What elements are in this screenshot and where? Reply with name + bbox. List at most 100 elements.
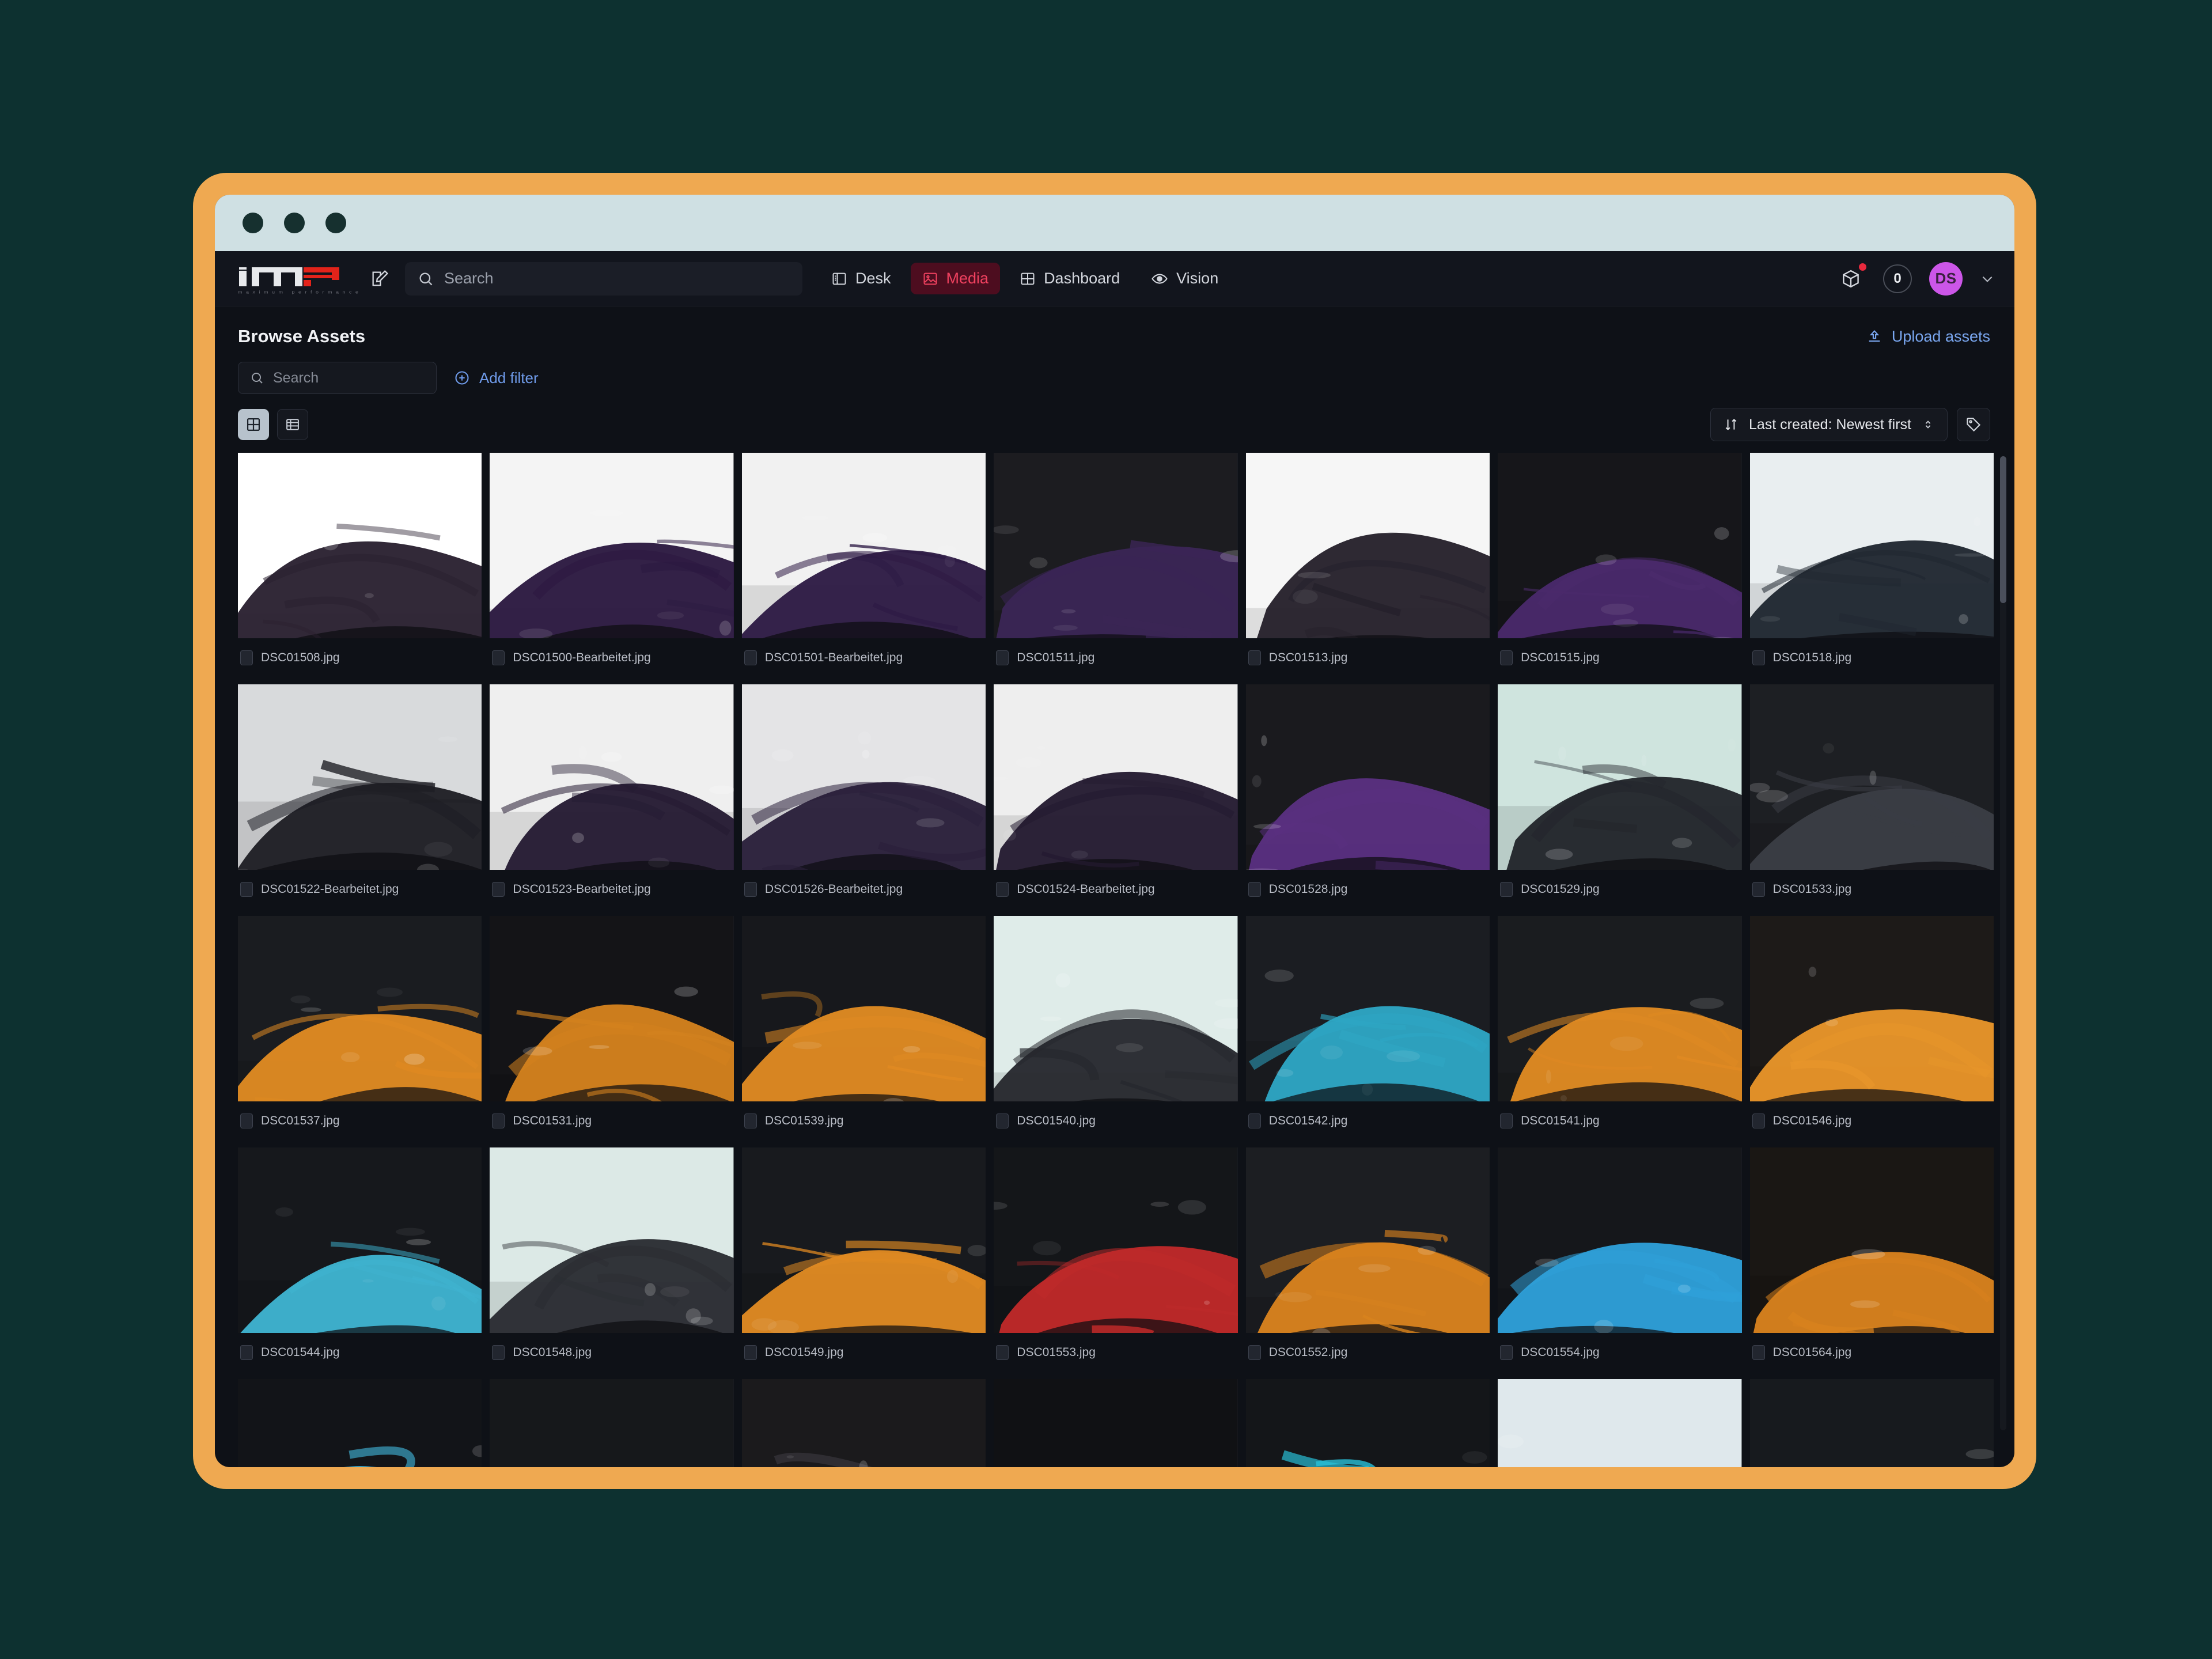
asset-checkbox[interactable] bbox=[1752, 650, 1765, 665]
add-filter-button[interactable]: Add filter bbox=[454, 369, 539, 387]
nav-item-vision[interactable]: Vision bbox=[1139, 263, 1230, 294]
app-logo[interactable]: maximum performance bbox=[238, 263, 365, 295]
sort-dropdown[interactable]: Last created: Newest first bbox=[1710, 408, 1948, 441]
vertical-scrollbar[interactable] bbox=[2000, 456, 2006, 1430]
asset-checkbox[interactable] bbox=[1248, 1345, 1261, 1360]
asset-thumbnail[interactable] bbox=[1246, 453, 1490, 638]
chevron-down-icon[interactable] bbox=[1980, 271, 1995, 286]
asset-card[interactable]: DSC01540.jpg bbox=[994, 916, 1237, 1141]
asset-thumbnail[interactable] bbox=[742, 684, 986, 870]
asset-checkbox[interactable] bbox=[1248, 882, 1261, 897]
asset-thumbnail[interactable] bbox=[238, 684, 482, 870]
asset-thumbnail[interactable] bbox=[1246, 1147, 1490, 1333]
asset-card[interactable]: DSC01544.jpg bbox=[238, 1147, 482, 1372]
window-maximize-button[interactable] bbox=[325, 213, 346, 233]
asset-thumbnail[interactable] bbox=[742, 1379, 986, 1467]
asset-checkbox[interactable] bbox=[744, 650, 757, 665]
asset-thumbnail[interactable] bbox=[994, 1379, 1237, 1467]
asset-card[interactable]: DSC01515.jpg bbox=[1498, 453, 1741, 677]
window-close-button[interactable] bbox=[243, 213, 263, 233]
asset-thumbnail[interactable] bbox=[238, 916, 482, 1101]
asset-checkbox[interactable] bbox=[492, 1345, 505, 1360]
asset-card[interactable]: DSC01549.jpg bbox=[742, 1147, 986, 1372]
nav-item-dashboard[interactable]: Dashboard bbox=[1008, 263, 1131, 294]
asset-thumbnail[interactable] bbox=[742, 916, 986, 1101]
asset-card[interactable]: DSC01541.jpg bbox=[1498, 916, 1741, 1141]
asset-checkbox[interactable] bbox=[240, 1113, 253, 1128]
asset-thumbnail[interactable] bbox=[1246, 684, 1490, 870]
asset-checkbox[interactable] bbox=[1500, 1345, 1513, 1360]
scrollbar-thumb[interactable] bbox=[2000, 456, 2006, 603]
asset-thumbnail[interactable] bbox=[994, 916, 1237, 1101]
asset-checkbox[interactable] bbox=[1752, 1113, 1765, 1128]
package-box-icon[interactable] bbox=[1836, 264, 1866, 294]
asset-card[interactable]: DSC01522-Bearbeitet.jpg bbox=[238, 684, 482, 909]
asset-checkbox[interactable] bbox=[492, 1113, 505, 1128]
asset-card[interactable] bbox=[1498, 1379, 1741, 1467]
asset-card[interactable] bbox=[490, 1379, 733, 1467]
count-badge[interactable]: 0 bbox=[1883, 264, 1912, 293]
asset-card[interactable] bbox=[742, 1379, 986, 1467]
asset-checkbox[interactable] bbox=[1500, 1113, 1513, 1128]
asset-card[interactable] bbox=[1246, 1379, 1490, 1467]
asset-thumbnail[interactable] bbox=[1498, 453, 1741, 638]
asset-thumbnail[interactable] bbox=[490, 1147, 733, 1333]
asset-card[interactable]: DSC01531.jpg bbox=[490, 916, 733, 1141]
asset-thumbnail[interactable] bbox=[490, 916, 733, 1101]
asset-thumbnail[interactable] bbox=[994, 1147, 1237, 1333]
asset-checkbox[interactable] bbox=[240, 1345, 253, 1360]
asset-checkbox[interactable] bbox=[744, 1345, 757, 1360]
asset-card[interactable] bbox=[994, 1379, 1237, 1467]
tag-button[interactable] bbox=[1957, 408, 1990, 441]
nav-item-desk[interactable]: Desk bbox=[820, 263, 903, 294]
asset-card[interactable] bbox=[238, 1379, 482, 1467]
asset-checkbox[interactable] bbox=[1500, 882, 1513, 897]
upload-assets-button[interactable]: Upload assets bbox=[1866, 328, 1990, 346]
asset-checkbox[interactable] bbox=[1752, 882, 1765, 897]
grid-view-button[interactable] bbox=[238, 409, 269, 440]
asset-card[interactable]: DSC01524-Bearbeitet.jpg bbox=[994, 684, 1237, 909]
asset-card[interactable]: DSC01511.jpg bbox=[994, 453, 1237, 677]
asset-thumbnail[interactable] bbox=[238, 1379, 482, 1467]
asset-checkbox[interactable] bbox=[996, 650, 1009, 665]
asset-thumbnail[interactable] bbox=[490, 1379, 733, 1467]
asset-checkbox[interactable] bbox=[492, 650, 505, 665]
asset-thumbnail[interactable] bbox=[742, 453, 986, 638]
asset-card[interactable] bbox=[1750, 1379, 1994, 1467]
asset-thumbnail[interactable] bbox=[1750, 916, 1994, 1101]
asset-card[interactable]: DSC01500-Bearbeitet.jpg bbox=[490, 453, 733, 677]
window-minimize-button[interactable] bbox=[284, 213, 305, 233]
asset-card[interactable]: DSC01529.jpg bbox=[1498, 684, 1741, 909]
asset-card[interactable]: DSC01518.jpg bbox=[1750, 453, 1994, 677]
asset-thumbnail[interactable] bbox=[1750, 1147, 1994, 1333]
asset-card[interactable]: DSC01523-Bearbeitet.jpg bbox=[490, 684, 733, 909]
nav-item-media[interactable]: Media bbox=[911, 263, 1001, 294]
asset-thumbnail[interactable] bbox=[1498, 1147, 1741, 1333]
asset-thumbnail[interactable] bbox=[994, 453, 1237, 638]
asset-thumbnail[interactable] bbox=[238, 453, 482, 638]
asset-card[interactable]: DSC01533.jpg bbox=[1750, 684, 1994, 909]
asset-checkbox[interactable] bbox=[1248, 650, 1261, 665]
asset-card[interactable]: DSC01513.jpg bbox=[1246, 453, 1490, 677]
asset-thumbnail[interactable] bbox=[742, 1147, 986, 1333]
asset-card[interactable]: DSC01528.jpg bbox=[1246, 684, 1490, 909]
asset-checkbox[interactable] bbox=[240, 650, 253, 665]
asset-card[interactable]: DSC01564.jpg bbox=[1750, 1147, 1994, 1372]
asset-card[interactable]: DSC01546.jpg bbox=[1750, 916, 1994, 1141]
asset-thumbnail[interactable] bbox=[1498, 1379, 1741, 1467]
asset-card[interactable]: DSC01542.jpg bbox=[1246, 916, 1490, 1141]
asset-card[interactable]: DSC01539.jpg bbox=[742, 916, 986, 1141]
asset-thumbnail[interactable] bbox=[238, 1147, 482, 1333]
asset-thumbnail[interactable] bbox=[1750, 1379, 1994, 1467]
asset-checkbox[interactable] bbox=[996, 882, 1009, 897]
avatar[interactable]: DS bbox=[1929, 262, 1963, 296]
asset-checkbox[interactable] bbox=[744, 882, 757, 897]
asset-card[interactable]: DSC01553.jpg bbox=[994, 1147, 1237, 1372]
asset-thumbnail[interactable] bbox=[1498, 684, 1741, 870]
asset-card[interactable]: DSC01526-Bearbeitet.jpg bbox=[742, 684, 986, 909]
asset-card[interactable]: DSC01501-Bearbeitet.jpg bbox=[742, 453, 986, 677]
asset-checkbox[interactable] bbox=[492, 882, 505, 897]
asset-card[interactable]: DSC01554.jpg bbox=[1498, 1147, 1741, 1372]
asset-thumbnail[interactable] bbox=[1498, 916, 1741, 1101]
asset-checkbox[interactable] bbox=[744, 1113, 757, 1128]
